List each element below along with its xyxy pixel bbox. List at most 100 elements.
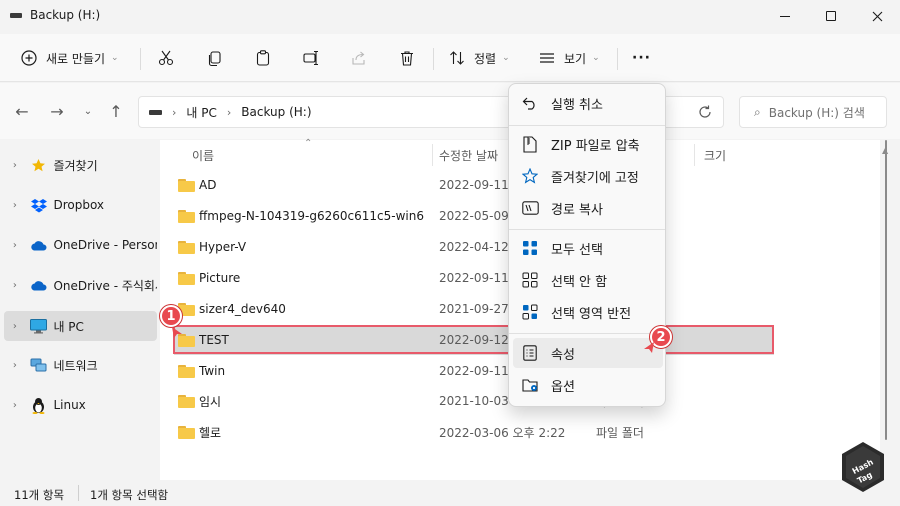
folder-icon (178, 394, 195, 408)
chevron-down-icon: ⌄ (111, 53, 119, 63)
sidebar-item-label: Dropbox (53, 198, 105, 212)
paste-button[interactable] (254, 42, 272, 74)
delete-button[interactable] (398, 42, 416, 74)
maximize-button[interactable] (808, 0, 854, 32)
share-icon (352, 51, 365, 65)
minimize-button[interactable] (762, 0, 808, 32)
file-row[interactable]: Picture 2022-09-11 (172, 263, 772, 293)
menu-item-options[interactable]: 옵션 (513, 370, 663, 400)
chevron-right-icon[interactable]: › (4, 321, 26, 332)
folder-icon (178, 240, 195, 254)
command-bar: 새로 만들기 ⌄ 정렬 ⌄ 보기 ⌄ ··· (0, 34, 900, 82)
sidebar-item-label: OneDrive - Personal (53, 238, 157, 252)
menu-item-properties[interactable]: 속성 (513, 338, 663, 368)
column-date-label: 수정한 날짜 (439, 148, 499, 163)
forward-button[interactable]: → (47, 101, 67, 121)
menu-item-select-all[interactable]: 모두 선택 (513, 233, 663, 263)
drive-icon (10, 13, 22, 18)
recent-locations-button[interactable]: ⌄ (78, 101, 98, 121)
chevron-down-icon: ⌄ (83, 105, 93, 117)
file-row[interactable]: sizer4_dev640 2021-09-27 (172, 294, 772, 324)
menu-item-label: 속성 (551, 347, 575, 363)
sidebar-item-label: 네트워크 (53, 358, 98, 373)
scrollbar-thumb[interactable] (885, 140, 887, 440)
sidebar-item-linux[interactable]: › Linux (4, 390, 157, 420)
folder-icon (178, 364, 195, 378)
chevron-right-icon[interactable]: › (4, 280, 26, 291)
chevron-down-icon: ⌄ (592, 53, 600, 63)
sidebar-item-onedrive-personal[interactable]: › OneDrive - Personal (4, 230, 157, 260)
breadcrumb-this-pc[interactable]: 내 PC (186, 104, 216, 121)
pointer-arrow-icon (172, 327, 182, 338)
column-header-size[interactable]: 크기 (704, 140, 726, 170)
invert-selection-icon (521, 303, 539, 321)
file-date: 2022-09-11 (439, 178, 509, 192)
menu-item-label: 선택 안 함 (551, 274, 608, 290)
file-row[interactable]: AD 2022-09-11 (172, 170, 772, 200)
menu-item-zip[interactable]: ZIP 파일로 압축 (513, 129, 663, 159)
chevron-right-icon[interactable]: › (4, 360, 26, 371)
file-row[interactable]: 헬로 2022-03-06 오후 2:22 파일 폴더 (172, 417, 772, 447)
sidebar-item-network[interactable]: › 네트워크 (4, 350, 157, 380)
new-button[interactable]: 새로 만들기 ⌄ (20, 42, 119, 74)
sidebar-item-label: OneDrive - 주식회사 (53, 278, 157, 293)
menu-item-label: 경로 복사 (551, 202, 603, 218)
breadcrumb-drive[interactable]: Backup (H:) (241, 105, 311, 119)
share-button[interactable] (350, 42, 368, 74)
chevron-right-icon[interactable]: › (4, 160, 26, 171)
rename-button[interactable] (302, 42, 320, 74)
navigation-bar: ← → ⌄ ↑ › 내 PC › Backup (H:) ⌕ Backup (H… (0, 83, 900, 139)
chevron-right-icon[interactable]: › (4, 240, 26, 251)
cloud-icon (30, 237, 48, 253)
up-button[interactable]: ↑ (106, 101, 126, 121)
file-date: 2022-05-09 (439, 209, 509, 223)
select-none-icon (521, 271, 539, 289)
chevron-right-icon[interactable]: › (4, 400, 26, 411)
plus-circle-icon (21, 50, 37, 66)
column-header-date[interactable]: 수정한 날짜 (439, 140, 498, 170)
menu-item-copy-path[interactable]: 경로 복사 (513, 193, 663, 223)
menu-item-undo[interactable]: 실행 취소 (513, 88, 663, 118)
sidebar-item-dropbox[interactable]: › Dropbox (4, 190, 157, 220)
file-row[interactable]: Hyper-V 2022-04-12 (172, 232, 772, 262)
file-row[interactable]: 임시 2021-10-03 파일 폴더 (172, 386, 772, 416)
vertical-scrollbar[interactable] (885, 140, 889, 440)
view-label: 보기 (564, 51, 587, 66)
close-icon (872, 11, 882, 21)
back-button[interactable]: ← (12, 101, 32, 121)
cut-button[interactable] (157, 42, 175, 74)
scroll-up-icon[interactable]: ▲ (882, 146, 888, 155)
sidebar-item-label: Linux (53, 398, 86, 412)
menu-item-label: 옵션 (551, 379, 575, 395)
more-options-button[interactable]: ··· (632, 42, 651, 74)
close-button[interactable] (854, 0, 900, 32)
column-divider[interactable] (432, 144, 433, 166)
sidebar-item-favorites[interactable]: › 즐겨찾기 (4, 150, 157, 180)
menu-item-select-none[interactable]: 선택 안 함 (513, 265, 663, 295)
refresh-icon[interactable] (696, 103, 714, 121)
copy-path-icon (521, 199, 539, 217)
file-row[interactable]: ffmpeg-N-104319-g6260c611c5-win6... 2022… (172, 201, 772, 231)
sidebar-item-onedrive-business[interactable]: › OneDrive - 주식회사 (4, 270, 157, 300)
chevron-right-icon: › (226, 105, 232, 119)
highlight-box (173, 325, 774, 354)
search-input[interactable]: ⌕ Backup (H:) 검색 (739, 96, 887, 128)
folder-icon (178, 425, 195, 439)
file-row[interactable]: Twin 2022-09-11 (172, 356, 772, 386)
clipboard-icon (256, 50, 270, 66)
sidebar-item-this-pc[interactable]: › 내 PC (4, 311, 157, 341)
view-button[interactable]: 보기 ⌄ (538, 42, 600, 74)
menu-separator (509, 333, 665, 334)
divider (140, 48, 141, 70)
select-all-icon (521, 239, 539, 257)
sort-button[interactable]: 정렬 ⌄ (448, 42, 510, 74)
column-header-name[interactable]: 이름 (192, 140, 214, 170)
star-outline-icon (521, 167, 539, 185)
menu-item-invert-selection[interactable]: 선택 영역 반전 (513, 297, 663, 327)
copy-button[interactable] (206, 42, 224, 74)
column-divider[interactable] (694, 144, 695, 166)
chevron-right-icon[interactable]: › (4, 200, 26, 211)
pointer-arrow-icon (644, 342, 654, 353)
menu-item-pin-favorites[interactable]: 즐겨찾기에 고정 (513, 161, 663, 191)
file-date: 2021-10-03 (439, 394, 509, 408)
